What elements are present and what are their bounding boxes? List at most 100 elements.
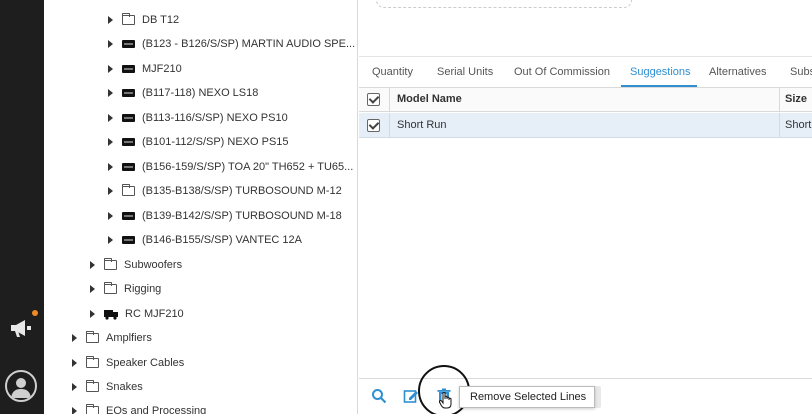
select-all-checkbox[interactable]: [367, 93, 380, 106]
drop-zone[interactable]: [376, 0, 632, 8]
tree-item-label: (B139-B142/S/SP) TURBOSOUND M-18: [142, 210, 342, 222]
column-header-size[interactable]: Size: [785, 93, 807, 105]
folder-icon: [104, 258, 117, 270]
tree-item-label: RC MJF210: [125, 308, 184, 320]
expand-caret-icon[interactable]: [90, 310, 95, 318]
search-icon[interactable]: [371, 388, 387, 404]
tree-item-label: (B113-116/S/SP) NEXO PS10: [142, 112, 288, 124]
table-header: Model Name Size: [359, 88, 812, 112]
cell-size: Short: [785, 119, 812, 131]
tree-item[interactable]: MJF210: [108, 59, 182, 79]
column-divider: [779, 113, 780, 137]
tree-item[interactable]: (B135-B138/S/SP) TURBOSOUND M-12: [108, 181, 342, 201]
expand-caret-icon[interactable]: [72, 407, 77, 414]
tree-item-label: DB T12: [142, 14, 180, 26]
tree-item-label: (B123 - B126/S/SP) MARTIN AUDIO SPE...: [142, 38, 356, 50]
tree-item-label: (B101-112/S/SP) NEXO PS15: [142, 136, 289, 148]
tree-item[interactable]: DB T12: [108, 10, 179, 30]
tree-item-label: Speaker Cables: [106, 357, 185, 369]
tree-item-label: (B146-B155/S/SP) VANTEC 12A: [142, 234, 302, 246]
expand-caret-icon[interactable]: [108, 114, 113, 122]
tab-serial-units[interactable]: Serial Units: [437, 66, 493, 78]
folder-icon: [86, 404, 99, 414]
expand-caret-icon[interactable]: [90, 285, 95, 293]
expand-caret-icon[interactable]: [108, 163, 113, 171]
tree-item-label: (B135-B138/S/SP) TURBOSOUND M-12: [142, 185, 342, 197]
column-divider: [389, 113, 390, 137]
tab-bar: Quantity Serial Units Out Of Commission …: [359, 62, 812, 88]
equipment-icon: [122, 65, 135, 73]
equipment-tree: DB T12 (B123 - B126/S/SP) MARTIN AUDIO S…: [44, 0, 358, 414]
tree-item-label: MJF210: [142, 63, 182, 75]
expand-caret-icon[interactable]: [108, 40, 113, 48]
tree-item[interactable]: EQs and Processing: [72, 401, 206, 414]
notification-dot: [32, 310, 38, 316]
tab-out-of-commission[interactable]: Out Of Commission: [514, 66, 610, 78]
tree-item[interactable]: (B139-B142/S/SP) TURBOSOUND M-18: [108, 206, 342, 226]
tree-item-label: Amplfiers: [106, 332, 152, 344]
cell-model-name: Short Run: [397, 119, 447, 131]
tab-suggestions[interactable]: Suggestions: [630, 66, 691, 78]
tab-subs[interactable]: Subs: [790, 66, 812, 78]
truck-icon: [104, 309, 118, 320]
megaphone-icon[interactable]: [8, 316, 34, 340]
expand-caret-icon[interactable]: [108, 212, 113, 220]
tree-item-label: Rigging: [124, 283, 162, 295]
tree-item[interactable]: RC MJF210: [90, 304, 184, 324]
tree-item[interactable]: Amplfiers: [72, 328, 152, 348]
expand-caret-icon[interactable]: [72, 334, 77, 342]
tree-item[interactable]: (B101-112/S/SP) NEXO PS15: [108, 132, 289, 152]
hand-cursor-icon: [439, 392, 452, 409]
equipment-icon: [122, 212, 135, 220]
tab-alternatives[interactable]: Alternatives: [709, 66, 766, 78]
expand-caret-icon[interactable]: [108, 65, 113, 73]
expand-caret-icon[interactable]: [90, 261, 95, 269]
equipment-icon: [122, 236, 135, 244]
folder-icon: [122, 184, 135, 196]
folder-icon: [86, 331, 99, 343]
active-tab-indicator: [621, 85, 697, 87]
expand-caret-icon[interactable]: [108, 16, 113, 24]
equipment-icon: [122, 114, 135, 122]
tree-item[interactable]: Subwoofers: [90, 255, 182, 275]
equipment-icon: [122, 40, 135, 48]
expand-caret-icon[interactable]: [108, 236, 113, 244]
tree-item[interactable]: Speaker Cables: [72, 353, 184, 373]
tab-quantity[interactable]: Quantity: [372, 66, 413, 78]
equipment-icon: [122, 138, 135, 146]
tooltip-text: Remove Selected Lines: [470, 391, 587, 403]
column-header-model-name[interactable]: Model Name: [397, 93, 462, 105]
tree-item-label: (B156-159/S/SP) TOA 20" TH652 + TU65...: [142, 161, 354, 173]
tree-item[interactable]: Snakes: [72, 377, 143, 397]
remove-selected-lines-tooltip: Remove Selected Lines: [459, 386, 596, 408]
tree-item-label: (B117-118) NEXO LS18: [142, 87, 259, 99]
left-rail: [0, 0, 44, 414]
table-row[interactable]: Short Run Short: [359, 113, 812, 138]
edit-icon[interactable]: [403, 388, 419, 404]
row-checkbox[interactable]: [367, 119, 380, 132]
expand-caret-icon[interactable]: [72, 359, 77, 367]
tree-item-label: EQs and Processing: [106, 405, 207, 414]
folder-icon: [86, 356, 99, 368]
equipment-icon: [122, 163, 135, 171]
user-icon: [11, 378, 31, 398]
folder-icon: [122, 13, 135, 25]
tree-item[interactable]: (B156-159/S/SP) TOA 20" TH652 + TU65...: [108, 157, 353, 177]
column-divider[interactable]: [779, 88, 780, 111]
tree-item[interactable]: (B123 - B126/S/SP) MARTIN AUDIO SPE...: [108, 34, 355, 54]
expand-caret-icon[interactable]: [108, 187, 113, 195]
expand-caret-icon[interactable]: [72, 383, 77, 391]
main-panel: Quantity Serial Units Out Of Commission …: [359, 0, 812, 414]
folder-icon: [86, 380, 99, 392]
equipment-icon: [122, 89, 135, 97]
tree-item[interactable]: (B113-116/S/SP) NEXO PS10: [108, 108, 288, 128]
column-divider: [389, 88, 390, 111]
expand-caret-icon[interactable]: [108, 89, 113, 97]
tree-item-label: Subwoofers: [124, 259, 183, 271]
tree-item[interactable]: (B117-118) NEXO LS18: [108, 83, 258, 103]
tree-item[interactable]: (B146-B155/S/SP) VANTEC 12A: [108, 230, 302, 250]
tree-item[interactable]: Rigging: [90, 279, 161, 299]
divider: [359, 56, 812, 57]
expand-caret-icon[interactable]: [108, 138, 113, 146]
avatar[interactable]: [5, 370, 37, 402]
